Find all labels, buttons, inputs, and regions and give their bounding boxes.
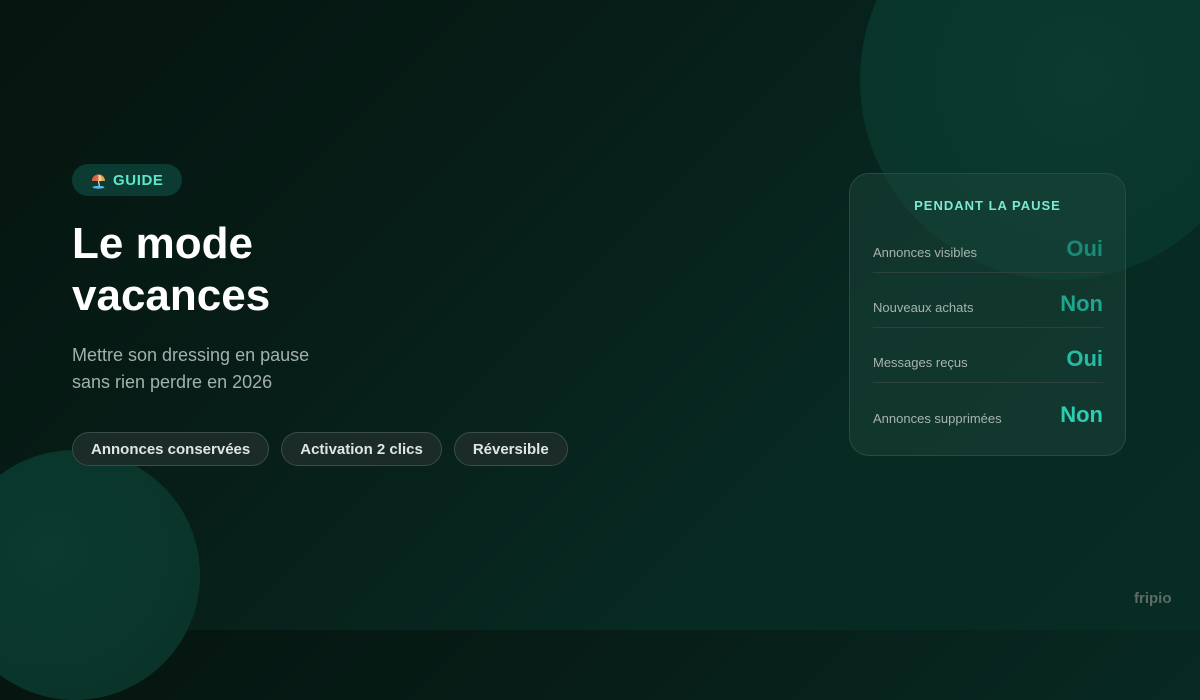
- brand-logo: fripio: [1134, 590, 1172, 607]
- chip-reversible: Réversible: [453, 432, 568, 466]
- background-circle-bottom-left: [0, 450, 200, 700]
- subtitle: Mettre son dressing en pause sans rien p…: [72, 342, 309, 396]
- chip-activation-2-clics: Activation 2 clics: [281, 432, 442, 466]
- row-value: Oui: [1066, 236, 1103, 261]
- row-value: Non: [1060, 402, 1103, 427]
- badge-label: GUIDE: [113, 171, 164, 189]
- title-line-1: Le mode: [72, 219, 253, 268]
- page-title: Le mode vacances: [72, 218, 270, 322]
- card-header: PENDANT LA PAUSE: [914, 198, 1061, 213]
- title-line-2: vacances: [72, 271, 271, 320]
- row-label: Messages reçus: [873, 355, 968, 370]
- row-label: Annonces supprimées: [873, 411, 1002, 426]
- row-value: Oui: [1066, 346, 1103, 371]
- row-annonces-supprimees: Annonces supprimées Non: [873, 383, 1103, 438]
- pause-status-card: PENDANT LA PAUSE Annonces visibles Oui N…: [849, 173, 1126, 456]
- row-label: Nouveaux achats: [873, 300, 974, 315]
- subtitle-line-2: sans rien perdre en 2026: [72, 372, 273, 392]
- row-nouveaux-achats: Nouveaux achats Non: [873, 273, 1103, 328]
- beach-umbrella-icon: [90, 172, 107, 189]
- chip-annonces-conservees: Annonces conservées: [72, 432, 270, 466]
- row-value: Non: [1060, 291, 1103, 316]
- feature-chips: Annonces conservées Activation 2 clics R…: [72, 432, 568, 466]
- subtitle-line-1: Mettre son dressing en pause: [72, 345, 310, 365]
- row-messages-recus: Messages reçus Oui: [873, 328, 1103, 383]
- row-annonces-visibles: Annonces visibles Oui: [873, 218, 1103, 273]
- row-label: Annonces visibles: [873, 245, 978, 260]
- guide-badge: GUIDE: [72, 164, 182, 196]
